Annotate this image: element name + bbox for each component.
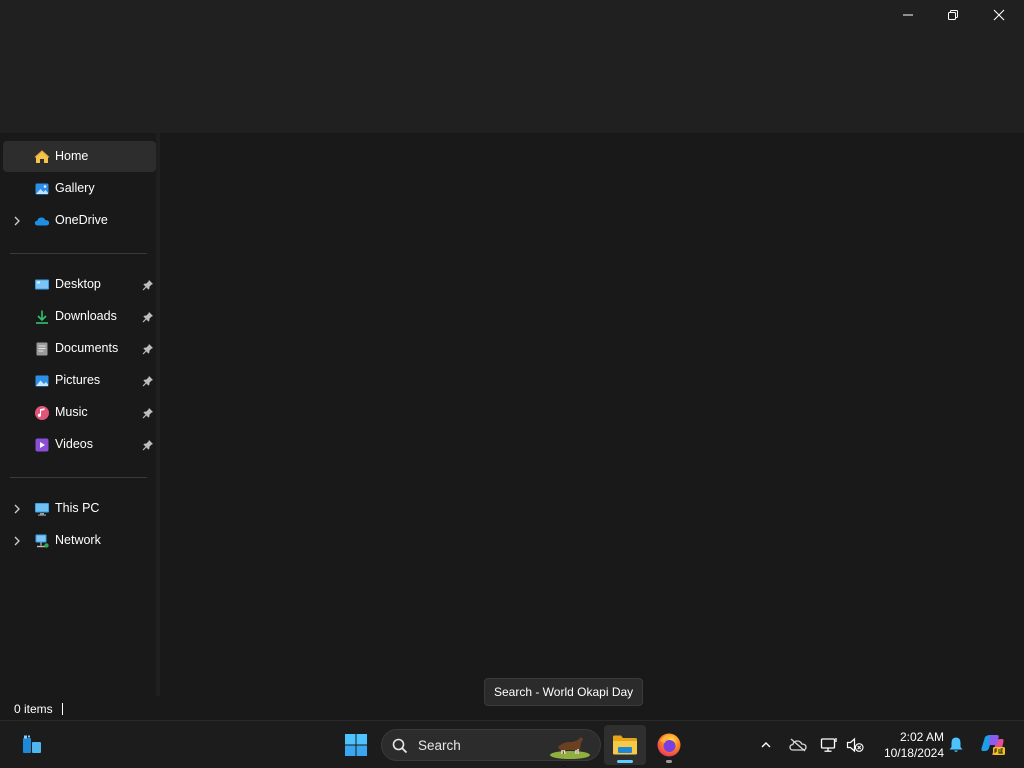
pictures-icon — [34, 373, 50, 389]
nav-item-label: Desktop — [55, 277, 101, 291]
nav-item-network[interactable]: Network — [3, 525, 156, 556]
nav-item-videos[interactable]: Videos — [3, 429, 156, 460]
pin-icon — [142, 310, 154, 323]
tooltip-text: Search - World Okapi Day — [494, 685, 634, 699]
videos-icon — [34, 437, 50, 453]
copilot-icon — [981, 735, 1005, 755]
minimize-icon — [903, 14, 913, 16]
music-icon — [34, 405, 50, 421]
nav-item-downloads[interactable]: Downloads — [3, 301, 156, 332]
nav-item-label: Gallery — [55, 181, 95, 195]
clock-date: 10/18/2024 — [883, 746, 944, 760]
nav-item-label: This PC — [55, 501, 100, 515]
chevron-right-icon[interactable] — [11, 534, 23, 546]
search-tooltip: Search - World Okapi Day — [484, 678, 644, 706]
network-icon — [34, 533, 50, 549]
nav-item-music[interactable]: Music — [3, 397, 156, 428]
file-explorer-icon — [613, 735, 637, 755]
minimize-button[interactable] — [885, 0, 931, 30]
widgets-icon — [23, 735, 41, 753]
nav-item-label: Music — [55, 405, 88, 419]
firefox-icon — [657, 733, 681, 757]
onedrive-icon — [34, 213, 50, 229]
windows-logo-icon — [345, 734, 367, 756]
downloads-icon — [34, 309, 50, 325]
chevron-right-icon[interactable] — [11, 502, 23, 514]
nav-divider — [10, 253, 147, 254]
navigation-pane[interactable]: Home Gallery OneDrive Desktop Downloads — [0, 133, 158, 696]
gallery-icon — [34, 181, 50, 197]
widgets-button[interactable] — [12, 725, 52, 765]
home-icon — [34, 149, 50, 165]
item-count: 0 items — [14, 702, 53, 716]
onedrive-status-button[interactable] — [785, 729, 811, 761]
nav-item-label: Downloads — [55, 309, 117, 323]
copilot-button[interactable] — [978, 729, 1008, 761]
nav-item-onedrive[interactable]: OneDrive — [3, 205, 156, 236]
search-placeholder: Search — [418, 738, 461, 753]
volume-button[interactable] — [842, 729, 868, 761]
taskbar-file-explorer-button[interactable] — [604, 725, 646, 765]
command-area — [0, 30, 1024, 133]
content-pane[interactable] — [160, 133, 1024, 696]
network-monitor-icon — [820, 738, 837, 752]
pin-icon — [142, 342, 154, 355]
nav-item-home[interactable]: Home — [3, 141, 156, 172]
restore-icon — [948, 10, 958, 20]
documents-icon — [34, 341, 50, 357]
show-hidden-icons-button[interactable] — [753, 729, 779, 761]
nav-item-label: OneDrive — [55, 213, 108, 227]
nav-item-this-pc[interactable]: This PC — [3, 493, 156, 524]
status-divider — [62, 703, 63, 715]
speaker-muted-icon — [846, 737, 864, 753]
taskbar-firefox-button[interactable] — [648, 725, 690, 765]
search-icon — [392, 738, 408, 759]
chevron-right-icon[interactable] — [11, 214, 23, 226]
pin-icon — [142, 278, 154, 291]
nav-item-documents[interactable]: Documents — [3, 333, 156, 364]
okapi-search-highlight-icon — [548, 733, 592, 759]
nav-divider — [10, 477, 147, 478]
nav-item-pictures[interactable]: Pictures — [3, 365, 156, 396]
running-indicator — [617, 760, 633, 763]
close-icon — [993, 9, 1005, 21]
pin-icon — [142, 438, 154, 451]
nav-item-label: Videos — [55, 437, 93, 451]
notifications-button[interactable] — [943, 729, 969, 761]
nav-item-gallery[interactable]: Gallery — [3, 173, 156, 204]
close-button[interactable] — [976, 0, 1022, 30]
nav-item-label: Documents — [55, 341, 119, 355]
taskbar: Search 2:02 AM 10/18/2024 — [0, 720, 1024, 768]
chevron-up-icon — [761, 742, 771, 748]
nav-item-label: Pictures — [55, 373, 101, 387]
nav-item-label: Network — [55, 533, 101, 547]
desktop-icon — [34, 277, 50, 293]
start-button[interactable] — [336, 725, 376, 765]
network-status-button[interactable] — [816, 729, 842, 761]
running-indicator — [666, 760, 672, 763]
restore-button[interactable] — [930, 0, 976, 30]
mouse-cursor-icon — [563, 760, 573, 768]
nav-item-label: Home — [55, 149, 89, 163]
taskbar-search-box[interactable]: Search — [381, 729, 601, 761]
nav-item-desktop[interactable]: Desktop — [3, 269, 156, 300]
bell-icon — [949, 737, 963, 752]
title-bar — [0, 0, 1024, 30]
pin-icon — [142, 406, 154, 419]
this-pc-icon — [34, 501, 50, 517]
clock[interactable]: 2:02 AM 10/18/2024 — [874, 729, 944, 761]
onedrive-offline-icon — [789, 738, 807, 752]
pin-icon — [142, 374, 154, 387]
clock-time: 2:02 AM — [899, 730, 944, 744]
